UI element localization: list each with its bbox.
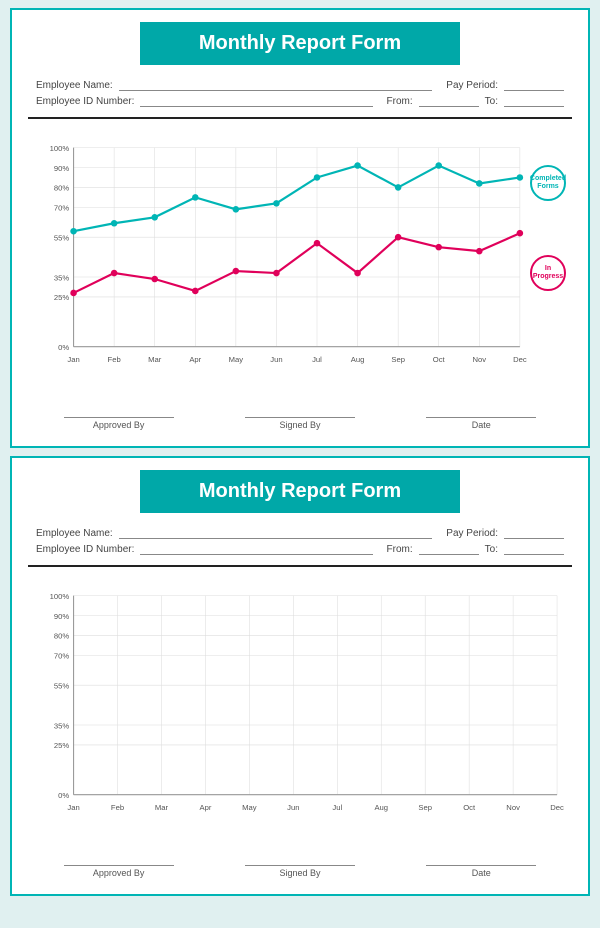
pay-period-label: Pay Period: xyxy=(446,528,498,539)
svg-text:Oct: Oct xyxy=(463,803,476,812)
signature-label-0: Approved By xyxy=(93,868,145,878)
section-divider xyxy=(28,117,572,119)
svg-text:Jan: Jan xyxy=(67,355,79,364)
form-fields: Employee Name: Pay Period: Employee ID N… xyxy=(28,79,572,107)
legend-completed: Completed Forms xyxy=(530,165,566,201)
svg-text:Sep: Sep xyxy=(391,355,405,364)
signature-label-2: Date xyxy=(472,868,491,878)
signature-item-2: Date xyxy=(426,417,536,430)
svg-text:Feb: Feb xyxy=(111,803,124,812)
svg-text:Jan: Jan xyxy=(67,803,79,812)
svg-text:May: May xyxy=(229,355,244,364)
from-field[interactable] xyxy=(419,543,479,555)
svg-text:Mar: Mar xyxy=(148,355,162,364)
section-divider xyxy=(28,565,572,567)
to-field[interactable] xyxy=(504,543,564,555)
svg-text:90%: 90% xyxy=(54,612,69,621)
chart-area: 100% 90% 80% 70% 55% 35% 25% 0% Jan Feb Mar Apr May… xyxy=(28,575,572,855)
signature-line-2[interactable] xyxy=(426,417,536,418)
form-row-id: Employee ID Number: From: To: xyxy=(36,543,564,555)
legend-inprogress: In Progress xyxy=(530,255,566,291)
from-field[interactable] xyxy=(419,95,479,107)
employee-id-label: Employee ID Number: xyxy=(36,96,134,107)
svg-text:35%: 35% xyxy=(54,273,69,282)
signature-label-1: Signed By xyxy=(279,420,320,430)
form-row-name: Employee Name: Pay Period: xyxy=(36,527,564,539)
report-card-2: Monthly Report Form Employee Name: Pay P… xyxy=(10,456,590,896)
form-row-name: Employee Name: Pay Period: xyxy=(36,79,564,91)
svg-text:May: May xyxy=(242,803,257,812)
from-label: From: xyxy=(387,544,413,555)
svg-text:Jul: Jul xyxy=(332,803,342,812)
form-row-id: Employee ID Number: From: To: xyxy=(36,95,564,107)
employee-name-field[interactable] xyxy=(119,527,433,539)
svg-text:Apr: Apr xyxy=(189,355,201,364)
svg-text:70%: 70% xyxy=(54,204,69,213)
form-fields: Employee Name: Pay Period: Employee ID N… xyxy=(28,527,572,555)
chart-container: 100% 90% 80% 70% 55% 35% 25% 0% Jan Feb Mar Apr May… xyxy=(32,575,568,835)
svg-text:Jun: Jun xyxy=(270,355,282,364)
chart-container: 100% 90% 80% 70% 55% 35% 25% 0% Jan Feb Mar Apr May… xyxy=(32,127,568,387)
report-title: Monthly Report Form xyxy=(140,470,460,513)
to-label: To: xyxy=(485,544,498,555)
svg-text:25%: 25% xyxy=(54,293,69,302)
svg-text:70%: 70% xyxy=(54,652,69,661)
svg-text:100%: 100% xyxy=(50,144,70,153)
pay-period-field[interactable] xyxy=(504,79,564,91)
svg-text:Dec: Dec xyxy=(513,355,527,364)
from-label: From: xyxy=(387,96,413,107)
signature-row: Approved By Signed By Date xyxy=(28,417,572,430)
svg-text:0%: 0% xyxy=(58,343,69,352)
svg-text:25%: 25% xyxy=(54,741,69,750)
signature-line-1[interactable] xyxy=(245,417,355,418)
signature-item-0: Approved By xyxy=(64,865,174,878)
svg-text:100%: 100% xyxy=(50,592,70,601)
svg-text:Sep: Sep xyxy=(418,803,432,812)
chart-area: 100% 90% 80% 70% 55% 35% 25% 0% Jan Feb Mar Apr May… xyxy=(28,127,572,407)
svg-text:55%: 55% xyxy=(54,233,69,242)
svg-text:90%: 90% xyxy=(54,164,69,173)
employee-id-field[interactable] xyxy=(140,95,372,107)
report-card-1: Monthly Report Form Employee Name: Pay P… xyxy=(10,8,590,448)
svg-text:35%: 35% xyxy=(54,721,69,730)
signature-item-1: Signed By xyxy=(245,417,355,430)
signature-row: Approved By Signed By Date xyxy=(28,865,572,878)
svg-text:Nov: Nov xyxy=(472,355,486,364)
svg-text:Nov: Nov xyxy=(506,803,520,812)
svg-text:Feb: Feb xyxy=(108,355,121,364)
signature-label-1: Signed By xyxy=(279,868,320,878)
svg-text:Aug: Aug xyxy=(351,355,365,364)
svg-text:Dec: Dec xyxy=(550,803,564,812)
signature-line-0[interactable] xyxy=(64,417,174,418)
svg-text:Aug: Aug xyxy=(374,803,388,812)
employee-name-label: Employee Name: xyxy=(36,528,113,539)
svg-text:80%: 80% xyxy=(54,184,69,193)
employee-name-label: Employee Name: xyxy=(36,80,113,91)
signature-line-1[interactable] xyxy=(245,865,355,866)
svg-text:80%: 80% xyxy=(54,632,69,641)
svg-text:Apr: Apr xyxy=(199,803,211,812)
svg-text:Jun: Jun xyxy=(287,803,299,812)
pay-period-label: Pay Period: xyxy=(446,80,498,91)
to-field[interactable] xyxy=(504,95,564,107)
svg-text:0%: 0% xyxy=(58,791,69,800)
signature-line-2[interactable] xyxy=(426,865,536,866)
to-label: To: xyxy=(485,96,498,107)
signature-label-0: Approved By xyxy=(93,420,145,430)
signature-line-0[interactable] xyxy=(64,865,174,866)
signature-label-2: Date xyxy=(472,420,491,430)
signature-item-2: Date xyxy=(426,865,536,878)
signature-item-0: Approved By xyxy=(64,417,174,430)
employee-name-field[interactable] xyxy=(119,79,433,91)
svg-text:Mar: Mar xyxy=(155,803,169,812)
employee-id-label: Employee ID Number: xyxy=(36,544,134,555)
report-title: Monthly Report Form xyxy=(140,22,460,65)
pay-period-field[interactable] xyxy=(504,527,564,539)
employee-id-field[interactable] xyxy=(140,543,372,555)
signature-item-1: Signed By xyxy=(245,865,355,878)
svg-text:55%: 55% xyxy=(54,681,69,690)
svg-text:Oct: Oct xyxy=(433,355,446,364)
svg-text:Jul: Jul xyxy=(312,355,322,364)
